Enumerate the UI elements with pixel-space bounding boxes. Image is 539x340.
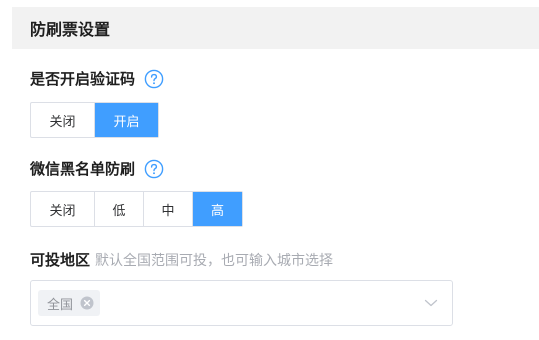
region-tag-label: 全国 xyxy=(47,297,74,313)
blacklist-low-button[interactable]: 低 xyxy=(95,192,144,226)
wechat-blacklist-toggle-group: 关闭 低 中 高 xyxy=(30,191,243,227)
section-header: 防刷票设置 xyxy=(12,7,539,49)
wechat-blacklist-label: 微信黑名单防刷 xyxy=(30,160,136,178)
captcha-label: 是否开启验证码 xyxy=(30,70,136,88)
question-circle-icon[interactable] xyxy=(144,159,164,179)
blacklist-off-button[interactable]: 关闭 xyxy=(31,192,95,226)
captcha-label-row: 是否开启验证码 xyxy=(30,68,164,89)
region-select[interactable]: 全国 xyxy=(30,280,453,326)
region-hint: 默认全国范围可投，也可输入城市选择 xyxy=(95,253,334,269)
blacklist-high-button[interactable]: 高 xyxy=(193,192,242,226)
region-tag: 全国 xyxy=(38,290,101,316)
captcha-on-button[interactable]: 开启 xyxy=(95,103,158,137)
chevron-down-icon[interactable] xyxy=(424,296,438,310)
blacklist-medium-button[interactable]: 中 xyxy=(144,192,193,226)
captcha-toggle-group: 关闭 开启 xyxy=(30,102,159,138)
section-title: 防刷票设置 xyxy=(30,20,111,39)
question-circle-icon[interactable] xyxy=(144,69,164,89)
wechat-blacklist-label-row: 微信黑名单防刷 xyxy=(30,158,164,179)
captcha-off-button[interactable]: 关闭 xyxy=(31,103,95,137)
region-label-row: 可投地区 默认全国范围可投，也可输入城市选择 xyxy=(30,249,333,270)
close-circle-icon[interactable] xyxy=(80,296,94,310)
region-label: 可投地区 xyxy=(30,251,91,269)
